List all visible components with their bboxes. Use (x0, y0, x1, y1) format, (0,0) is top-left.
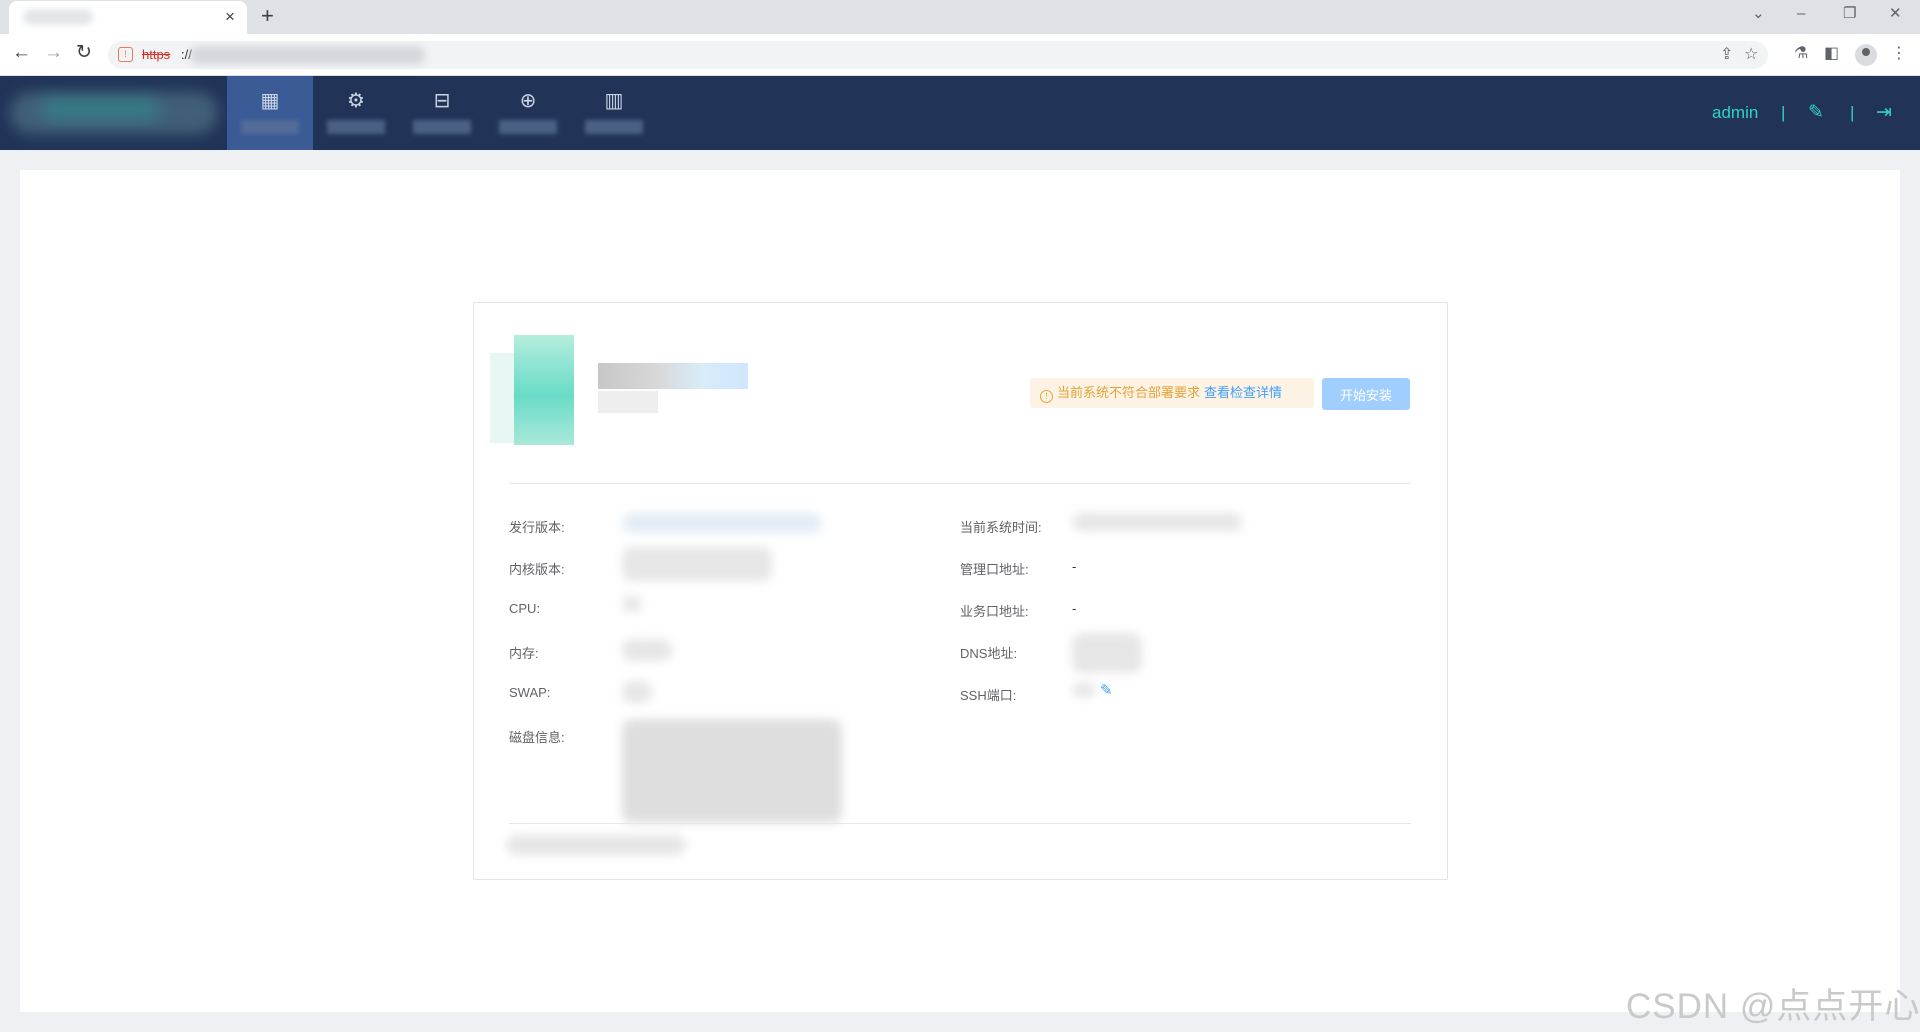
warning-text: 当前系统不符合部署要求 (1057, 385, 1201, 400)
minimize-icon[interactable]: – (1797, 5, 1805, 23)
product-name-redacted (598, 363, 748, 389)
dns-address-redacted (1072, 633, 1142, 673)
new-tab-icon[interactable]: + (261, 4, 274, 28)
label-management-address: 管理口地址: (960, 562, 1029, 577)
header-separator: | (1781, 103, 1786, 122)
nav-label-redacted (241, 120, 299, 134)
gear-icon: ⚙ (347, 90, 365, 112)
ssh-port-redacted (1072, 683, 1096, 697)
username-link[interactable]: admin (1712, 76, 1758, 150)
apps-icon: ▦ (260, 90, 280, 112)
back-icon[interactable]: ← (12, 42, 31, 64)
nav-item-1[interactable]: ⚙ (313, 76, 399, 150)
kernel-version-redacted (622, 547, 772, 581)
warning-icon: ! (1040, 390, 1053, 403)
tab-title-redacted (23, 9, 93, 25)
tab-search-icon[interactable]: ⌄ (1752, 5, 1765, 23)
window-close-icon[interactable]: ✕ (1889, 5, 1902, 23)
restore-icon[interactable]: ❐ (1843, 5, 1856, 23)
storage-icon: ⊟ (433, 90, 451, 112)
header-separator: | (1850, 103, 1855, 122)
label-swap: SWAP: (509, 685, 551, 700)
start-install-button[interactable]: 开始安装 (1322, 378, 1410, 410)
main-nav: ▦ ⚙ ⊟ ⊕ ▥ (227, 76, 657, 150)
browser-menu-icon[interactable]: ⋮ (1891, 45, 1907, 63)
browser-toolbar: ← → ↻ ! https :// ⇪ ☆ ⚗ ◧ ⋮ (0, 34, 1920, 76)
divider-top (509, 483, 1411, 484)
tab-close-icon[interactable]: × (225, 8, 235, 26)
profile-avatar[interactable] (1855, 44, 1877, 66)
product-logo (514, 335, 574, 445)
label-service-address: 业务口地址: (960, 604, 1029, 619)
memory-redacted (622, 639, 672, 661)
url-scheme: https (142, 47, 171, 62)
label-dns-address: DNS地址: (960, 646, 1018, 661)
service-address-value: - (1072, 601, 1077, 616)
forward-icon[interactable]: → (44, 42, 63, 64)
system-time-redacted (1072, 513, 1242, 531)
disk-info-redacted (622, 719, 842, 823)
address-bar[interactable]: ! https :// ⇪ ☆ (108, 41, 1768, 69)
requirement-warning: ! 当前系统不符合部署要求 查看检查详情 (1030, 378, 1314, 408)
browser-tab[interactable]: × (9, 1, 247, 34)
chart-icon: ▥ (604, 90, 624, 112)
label-ssh-port: SSH端口: (960, 688, 1017, 703)
app-logo-mark (40, 98, 160, 120)
release-version-redacted (622, 513, 822, 533)
system-info-card: ! 当前系统不符合部署要求 查看检查详情 开始安装 发行版本: 内核版本: CPU:… (473, 302, 1448, 880)
bookmark-star-icon[interactable]: ☆ (1744, 46, 1758, 64)
edit-profile-icon[interactable]: ✎ (1808, 76, 1824, 150)
divider-bottom (509, 823, 1411, 824)
globe-icon: ⊕ (519, 90, 537, 112)
nav-label-redacted (413, 120, 471, 134)
nav-item-4[interactable]: ▥ (571, 76, 657, 150)
nav-item-3[interactable]: ⊕ (485, 76, 571, 150)
side-panel-icon[interactable]: ◧ (1824, 45, 1839, 63)
label-release-version: 发行版本: (509, 520, 565, 535)
labs-icon[interactable]: ⚗ (1794, 45, 1808, 63)
management-address-value: - (1072, 559, 1077, 574)
nav-label-redacted (327, 120, 385, 134)
logout-icon[interactable]: ⇥ (1876, 76, 1892, 150)
edit-ssh-port-icon[interactable]: ✎ (1100, 681, 1113, 699)
share-icon[interactable]: ⇪ (1720, 46, 1733, 64)
label-memory: 内存: (509, 646, 539, 661)
label-cpu: CPU: (509, 601, 541, 616)
app-header: ▦ ⚙ ⊟ ⊕ ▥ admin | ✎ | ⇥ (0, 76, 1920, 150)
not-secure-icon[interactable]: ! (118, 47, 133, 62)
nav-item-2[interactable]: ⊟ (399, 76, 485, 150)
nav-item-0[interactable]: ▦ (227, 76, 313, 150)
url-redacted (190, 46, 425, 64)
nav-label-redacted (585, 120, 643, 134)
label-system-time: 当前系统时间: (960, 520, 1042, 535)
product-version-redacted (598, 391, 658, 413)
footer-note-redacted (506, 835, 686, 855)
label-kernel-version: 内核版本: (509, 562, 565, 577)
csdn-watermark: CSDN @点点开心 (1626, 987, 1920, 1026)
label-disk-info: 磁盘信息: (509, 730, 565, 745)
reload-icon[interactable]: ↻ (76, 42, 92, 64)
nav-label-redacted (499, 120, 557, 134)
view-check-details-link[interactable]: 查看检查详情 (1204, 385, 1282, 400)
browser-tabstrip: × + ⌄ – ❐ ✕ (0, 0, 1920, 34)
swap-redacted (622, 681, 652, 703)
cpu-redacted (622, 596, 642, 612)
